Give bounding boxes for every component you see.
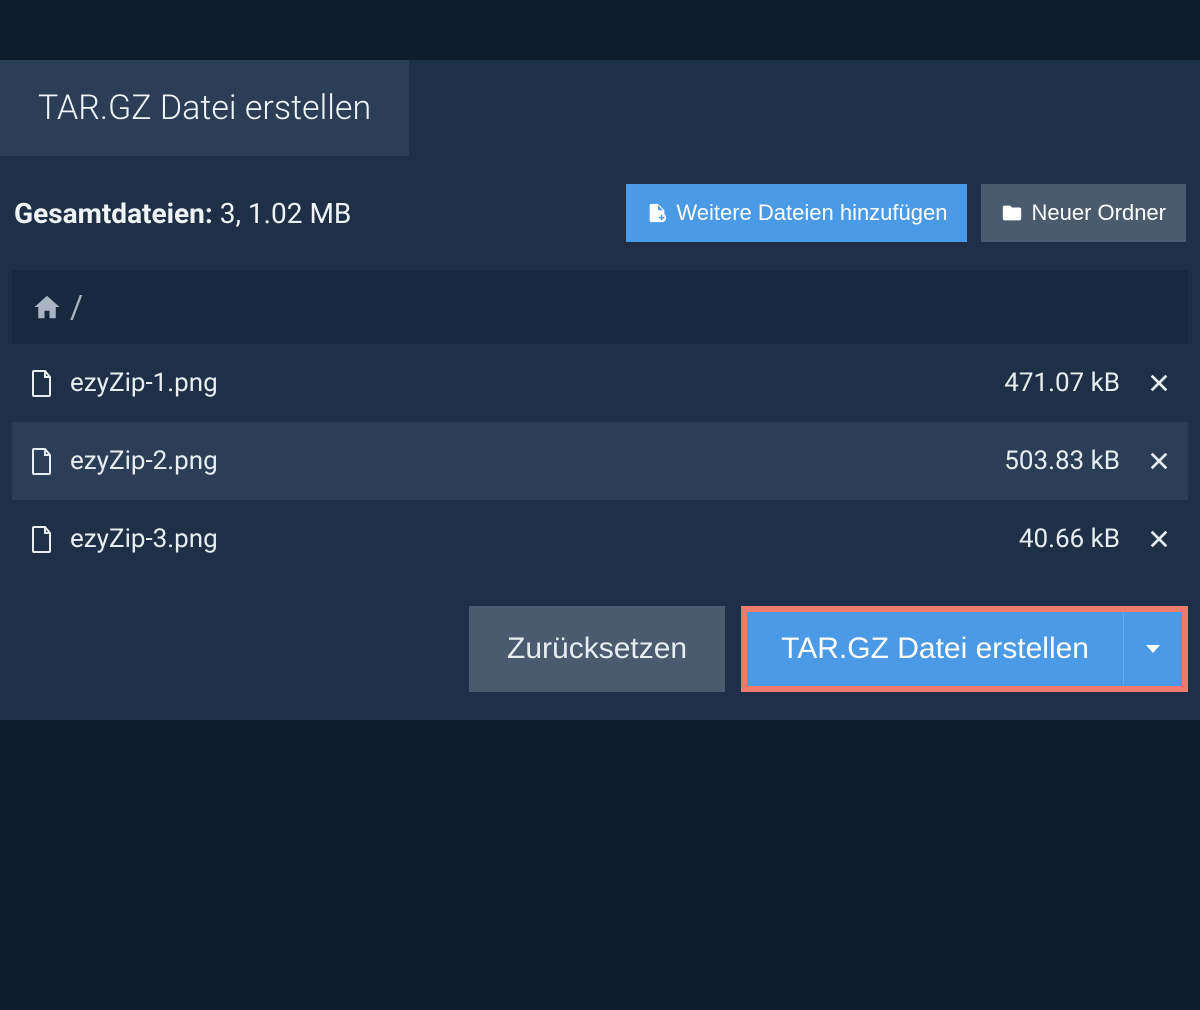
remove-file-button[interactable]	[1148, 528, 1170, 550]
file-row[interactable]: ezyZip-1.png 471.07 kB	[12, 344, 1188, 422]
file-size: 503.83 kB	[1004, 446, 1120, 476]
add-files-button[interactable]: Weitere Dateien hinzufügen	[626, 184, 967, 242]
remove-file-button[interactable]	[1148, 372, 1170, 394]
create-button-highlight: TAR.GZ Datei erstellen	[741, 606, 1188, 692]
file-name: ezyZip-3.png	[70, 524, 1003, 554]
file-name: ezyZip-2.png	[70, 446, 988, 476]
summary-value: 3, 1.02 MB	[220, 197, 352, 230]
file-add-icon	[646, 202, 668, 224]
new-folder-label: Neuer Ordner	[1031, 200, 1166, 226]
remove-file-button[interactable]	[1148, 450, 1170, 472]
footer-actions: Zurücksetzen TAR.GZ Datei erstellen	[0, 578, 1200, 708]
file-name: ezyZip-1.png	[70, 368, 988, 398]
file-icon	[30, 525, 54, 553]
file-row[interactable]: ezyZip-3.png 40.66 kB	[12, 500, 1188, 578]
folder-icon	[1001, 202, 1023, 224]
caret-down-icon	[1146, 645, 1160, 653]
reset-button[interactable]: Zurücksetzen	[469, 606, 725, 692]
file-icon	[30, 447, 54, 475]
breadcrumb[interactable]: /	[12, 270, 1188, 344]
home-icon	[32, 292, 62, 322]
file-row[interactable]: ezyZip-2.png 503.83 kB	[12, 422, 1188, 500]
add-files-label: Weitere Dateien hinzufügen	[676, 200, 947, 226]
file-list: ezyZip-1.png 471.07 kB ezyZip-2.png 503.…	[12, 344, 1188, 578]
tab-title: TAR.GZ Datei erstellen	[0, 60, 409, 156]
file-size: 471.07 kB	[1004, 368, 1120, 398]
file-summary: Gesamtdateien: 3, 1.02 MB	[14, 197, 612, 230]
file-icon	[30, 369, 54, 397]
toolbar: Gesamtdateien: 3, 1.02 MB Weitere Dateie…	[0, 156, 1200, 270]
create-archive-dropdown-button[interactable]	[1123, 612, 1182, 686]
main-panel: TAR.GZ Datei erstellen Gesamtdateien: 3,…	[0, 60, 1200, 720]
breadcrumb-path: /	[70, 288, 83, 326]
new-folder-button[interactable]: Neuer Ordner	[981, 184, 1186, 242]
summary-label: Gesamtdateien:	[14, 197, 213, 230]
create-archive-button[interactable]: TAR.GZ Datei erstellen	[747, 612, 1123, 686]
file-size: 40.66 kB	[1019, 524, 1120, 554]
